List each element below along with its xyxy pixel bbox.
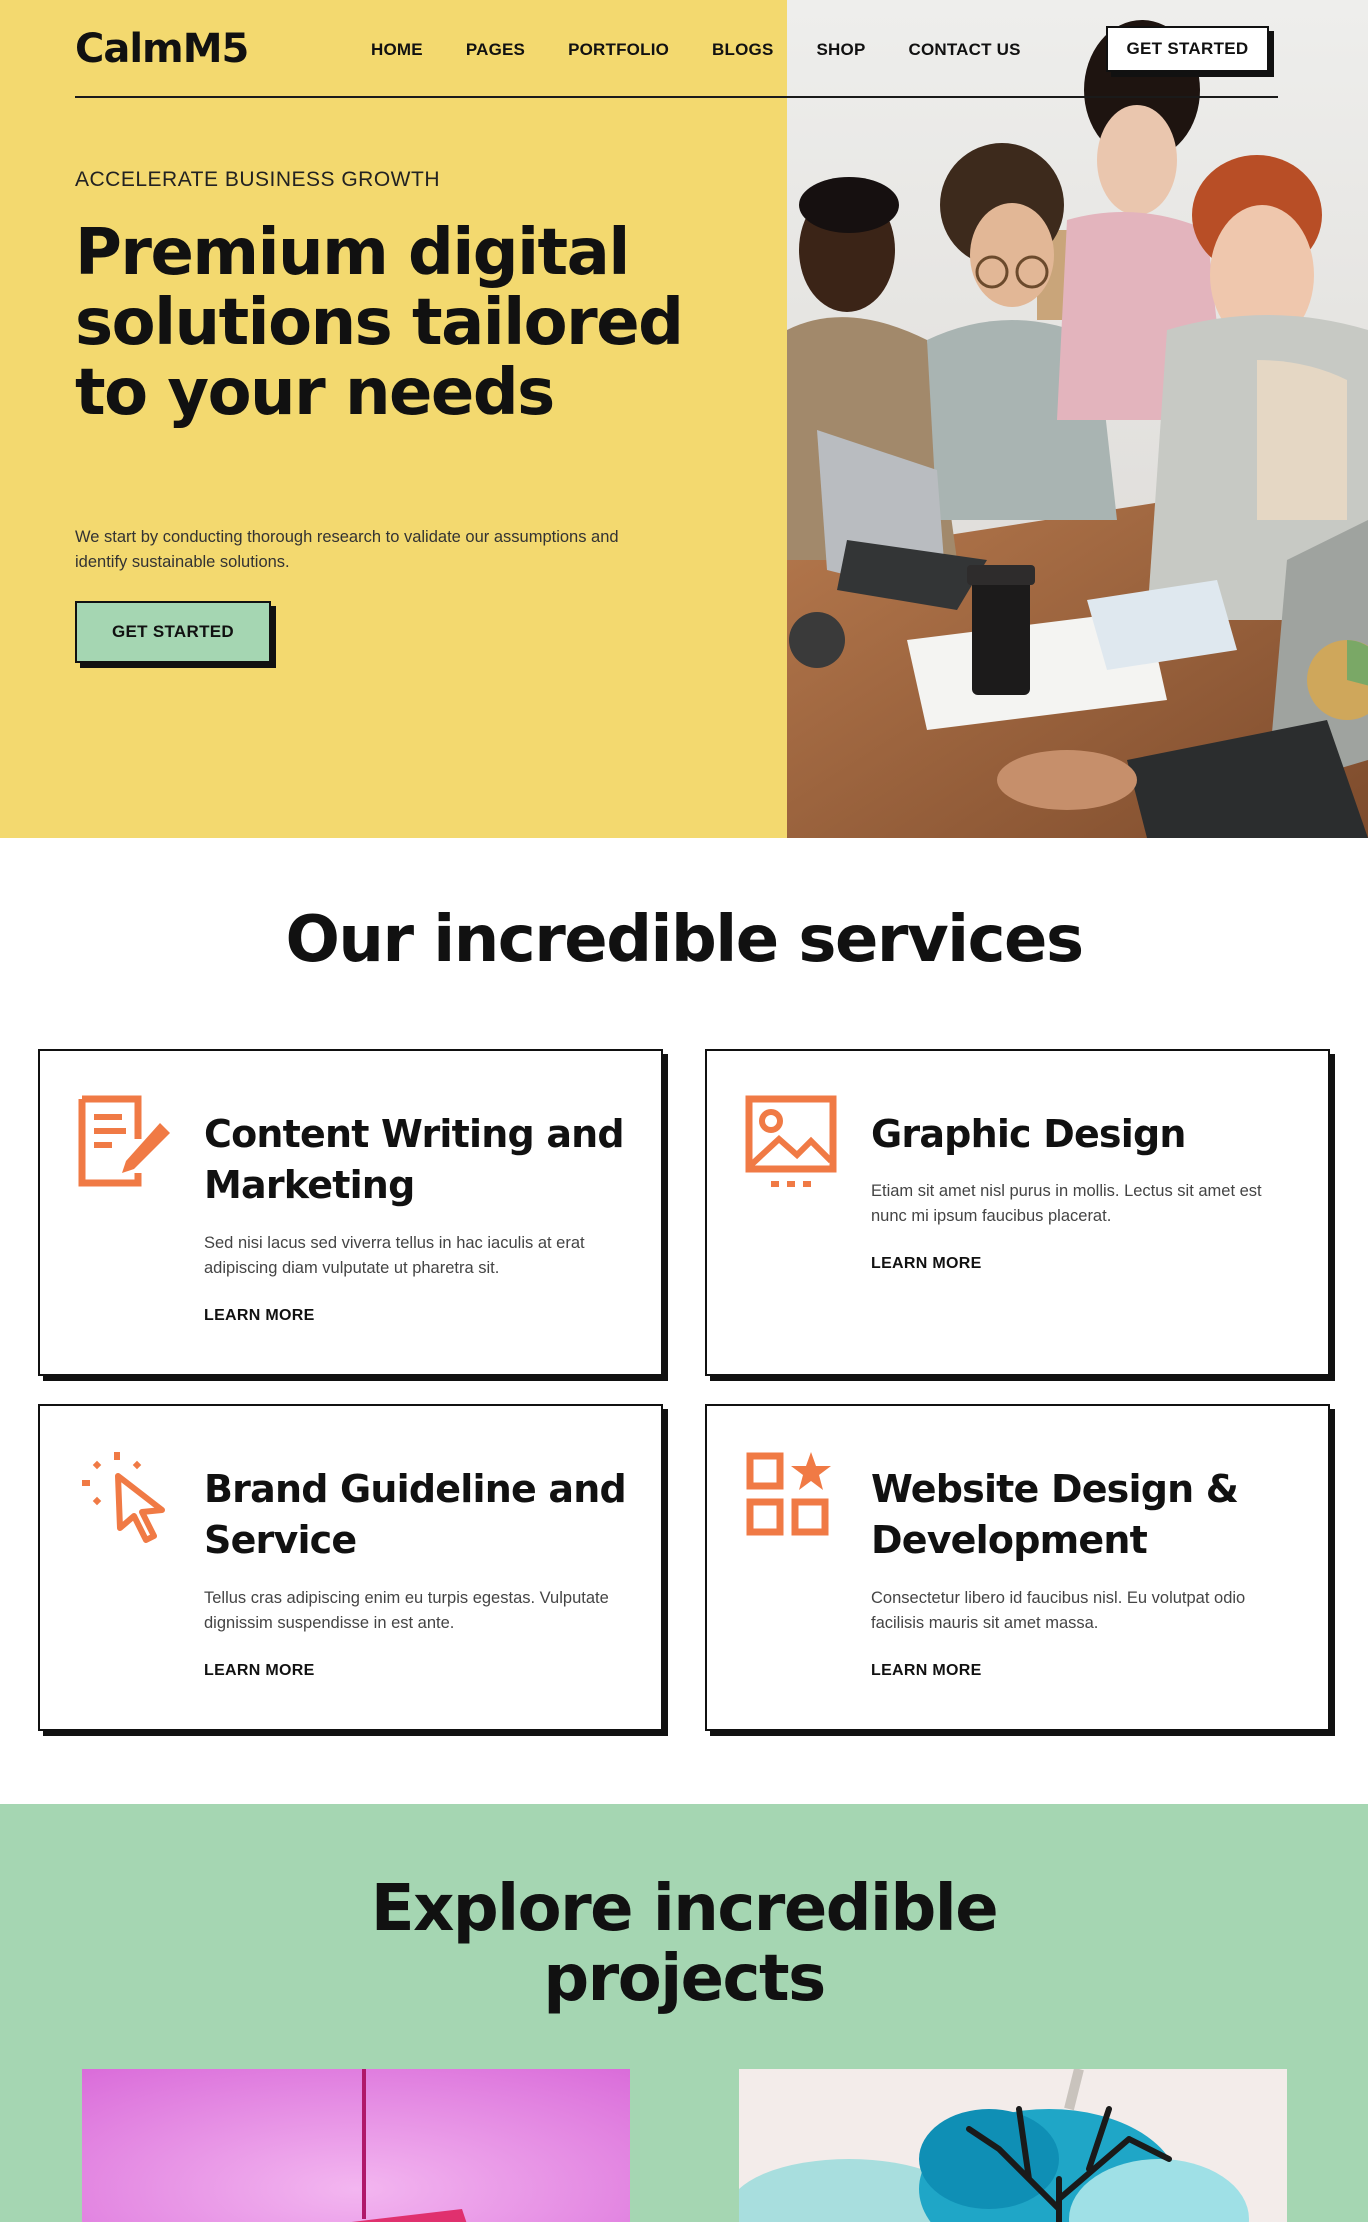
card-description: Consectetur libero id faucibus nisl. Eu … — [871, 1589, 1246, 1632]
nav-get-started-button[interactable]: GET STARTED — [1106, 26, 1269, 72]
nav-item-home[interactable]: HOME — [371, 40, 423, 60]
hero-description: We start by conducting thorough research… — [75, 528, 619, 571]
main-nav: HOME PAGES PORTFOLIO BLOGS SHOP CONTACT … — [371, 40, 1064, 60]
hero-image — [787, 0, 1368, 838]
service-card-graphic-design: Graphic Design Etiam sit amet nisl purus… — [705, 1049, 1330, 1376]
image-icon — [745, 1095, 837, 1191]
hero-get-started-button[interactable]: GET STARTED — [75, 601, 271, 663]
document-edit-icon — [78, 1095, 170, 1191]
card-title: Graphic Design — [871, 1112, 1186, 1156]
nav-divider — [75, 96, 1278, 98]
nav-item-portfolio[interactable]: PORTFOLIO — [568, 40, 669, 60]
nav-item-shop[interactable]: SHOP — [817, 40, 866, 60]
nav-item-contact-us[interactable]: CONTACT US — [908, 40, 1020, 60]
card-title: Website Design & Development — [871, 1467, 1239, 1562]
nav-item-pages[interactable]: PAGES — [466, 40, 525, 60]
services-title: Our incredible services — [285, 903, 1084, 977]
projects-section: Explore incredible projects — [0, 1804, 1368, 2222]
service-card-website-design: Website Design & Development Consectetur… — [705, 1404, 1330, 1731]
card-description: Etiam sit amet nisl purus in mollis. Lec… — [871, 1182, 1262, 1225]
hero-title: Premium digital solutions tailored to yo… — [75, 216, 684, 430]
service-card-brand-guideline: Brand Guideline and Service Tellus cras … — [38, 1404, 663, 1731]
nav-item-blogs[interactable]: BLOGS — [712, 40, 773, 60]
learn-more-link[interactable]: LEARN MORE — [871, 1662, 982, 1680]
projects-title: Explore incredible projects — [0, 1874, 1368, 2014]
card-title: Brand Guideline and Service — [204, 1467, 627, 1562]
project-image-blue-tree[interactable] — [739, 2069, 1287, 2222]
apps-star-icon — [745, 1450, 837, 1546]
learn-more-link[interactable]: LEARN MORE — [871, 1255, 982, 1273]
site-logo[interactable]: CalmM5 — [75, 26, 249, 72]
hero-eyebrow: ACCELERATE BUSINESS GROWTH — [75, 168, 440, 191]
service-card-content-writing: Content Writing and Marketing Sed nisi l… — [38, 1049, 663, 1376]
project-image-pink-frame[interactable] — [82, 2069, 630, 2222]
card-description: Sed nisi lacus sed viverra tellus in hac… — [204, 1234, 585, 1277]
learn-more-link[interactable]: LEARN MORE — [204, 1307, 315, 1325]
projects-title-text: Explore incredible projects — [370, 1872, 999, 2016]
cursor-click-icon — [78, 1450, 170, 1546]
card-title: Content Writing and Marketing — [204, 1112, 625, 1207]
card-description: Tellus cras adipiscing enim eu turpis eg… — [204, 1589, 609, 1632]
hero-section: CalmM5 HOME PAGES PORTFOLIO BLOGS SHOP C… — [0, 0, 1368, 838]
learn-more-link[interactable]: LEARN MORE — [204, 1662, 315, 1680]
